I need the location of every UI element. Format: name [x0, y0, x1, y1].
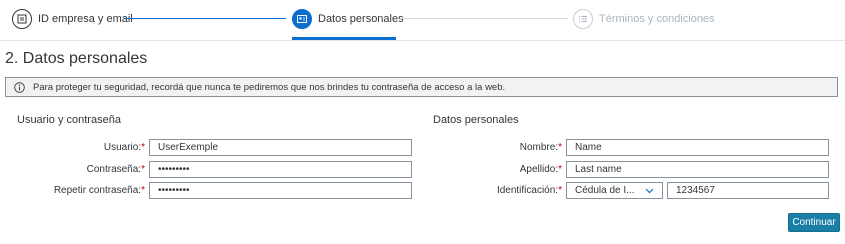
- repetir-value: •••••••••: [158, 185, 190, 196]
- identificacion-number-value: 1234567: [676, 185, 715, 196]
- apellido-label: Apellido:*: [520, 164, 562, 175]
- label-text: Nombre:: [519, 142, 559, 153]
- active-step-indicator: [292, 37, 396, 40]
- card-id-icon: [12, 9, 32, 29]
- apellido-input[interactable]: Last name: [566, 161, 829, 178]
- label-text: Identificación:: [496, 185, 559, 196]
- chevron-down-icon[interactable]: [645, 188, 654, 194]
- label-text: Apellido:: [519, 164, 559, 175]
- wizard-step-label: ID empresa y email: [38, 13, 133, 25]
- nombre-value: Name: [575, 142, 602, 153]
- wizard-step-label: Datos personales: [318, 13, 404, 25]
- identificacion-type-value: Cédula de I...: [575, 185, 635, 196]
- contrasena-label: Contraseña:*: [87, 164, 145, 175]
- person-card-icon: [292, 9, 312, 29]
- contrasena-input[interactable]: •••••••••: [149, 161, 412, 178]
- nombre-label: Nombre:*: [520, 142, 562, 153]
- wizard-connector: [400, 18, 568, 19]
- group-title-datos: Datos personales: [433, 114, 519, 126]
- required-mark: *: [558, 185, 562, 196]
- group-title-usuario: Usuario y contraseña: [17, 114, 121, 126]
- contrasena-value: •••••••••: [158, 164, 190, 175]
- wizard-header: ID empresa y email Datos personales Térm…: [0, 0, 845, 41]
- wizard-step-datos-personales[interactable]: Datos personales: [292, 7, 404, 31]
- apellido-value: Last name: [575, 164, 622, 175]
- required-mark: *: [558, 142, 562, 153]
- repetir-contrasena-input[interactable]: •••••••••: [149, 182, 412, 199]
- info-icon: [14, 81, 25, 93]
- required-mark: *: [141, 142, 145, 153]
- usuario-label: Usuario:*: [104, 142, 145, 153]
- required-mark: *: [141, 164, 145, 175]
- nombre-input[interactable]: Name: [566, 139, 829, 156]
- identificacion-type-select[interactable]: Cédula de I...: [566, 182, 663, 199]
- wizard-step-terminos[interactable]: Términos y condiciones: [573, 7, 715, 31]
- required-mark: *: [558, 164, 562, 175]
- page-title: 2. Datos personales: [5, 50, 148, 67]
- info-message-text: Para proteger tu seguridad, recordá que …: [33, 81, 506, 93]
- required-mark: *: [141, 185, 145, 196]
- identificacion-number-input[interactable]: 1234567: [667, 182, 829, 199]
- identificacion-label: Identificación:*: [497, 185, 562, 196]
- repetir-contrasena-label: Repetir contraseña:*: [54, 185, 145, 196]
- usuario-value: UserExemple: [158, 142, 219, 153]
- continue-button[interactable]: Continuar: [788, 213, 840, 232]
- label-text: Contraseña:: [86, 164, 142, 175]
- label-text: Repetir contraseña:: [53, 185, 142, 196]
- usuario-input[interactable]: UserExemple: [149, 139, 412, 156]
- info-message-strip: Para proteger tu seguridad, recordá que …: [5, 77, 838, 97]
- label-text: Usuario:: [103, 142, 142, 153]
- wizard-connector: [124, 18, 286, 19]
- wizard-step-label: Términos y condiciones: [599, 13, 715, 25]
- wizard-step-id-empresa[interactable]: ID empresa y email: [12, 7, 133, 31]
- checklist-icon: [573, 9, 593, 29]
